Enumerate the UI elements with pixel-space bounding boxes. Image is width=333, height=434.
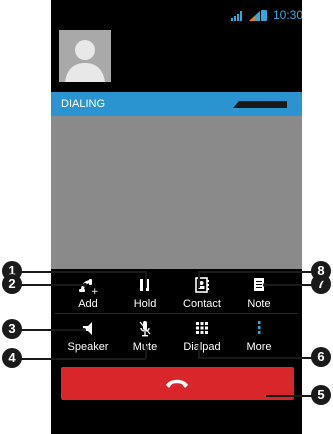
add-call-button[interactable]: + Add [57,277,119,317]
callout-3-leader [19,329,84,331]
callout-1-leader [19,271,146,273]
speaker-button[interactable]: Speaker [57,320,119,360]
wifi-signal-icon [231,11,242,21]
call-duration-bar [233,101,287,108]
callout-6: 6 [311,347,331,367]
callout-5: 5 [311,385,331,405]
callout-7-dot [263,283,267,287]
speaker-label: Speaker [67,341,109,353]
callout-7-leader [265,284,314,286]
controls-divider [55,313,298,314]
more-label: More [246,341,272,353]
end-call-icon [166,379,188,388]
callout-3: 3 [2,319,22,339]
dialpad-button[interactable]: Dialpad [171,320,233,360]
callout-2: 2 [2,274,22,294]
callout-3-dot [82,328,86,332]
more-vertical-icon [258,321,261,334]
note-label: Note [247,298,271,310]
call-info-panel [51,116,302,269]
callout-4: 4 [2,348,22,368]
cellular-signal-icon [249,11,260,21]
more-button[interactable]: More [228,320,290,360]
callout-4-leader [19,358,146,360]
callout-1-leader-drop [145,271,147,288]
status-bar: 10:30 [51,0,302,24]
add-call-label: Add [78,298,98,310]
callout-5-leader [266,395,314,397]
hold-label: Hold [133,298,157,310]
battery-icon [261,10,267,21]
callout-6-leader [198,357,314,359]
dialpad-icon [196,322,208,334]
dialpad-label: Dialpad [183,341,221,353]
contact-button[interactable]: Contact [171,277,233,317]
contact-card-icon [195,277,209,293]
callout-8-leader [198,271,314,273]
callout-8: 8 [311,261,331,281]
add-call-icon: + [79,279,98,295]
phone-screen: 10:30 DIALING + Add Hold Contact Note Sp… [51,0,302,434]
status-time: 10:30 [273,8,302,22]
callout-2-leader [19,284,85,286]
callout-2-dot [83,283,87,287]
contact-silhouette-icon [59,30,111,82]
microphone-mute-icon [139,321,151,337]
note-button[interactable]: Note [228,277,290,317]
contact-label: Contact [183,298,221,310]
end-call-button[interactable] [61,367,294,400]
svg-text:+: + [91,287,98,295]
callout-8-leader-drop [198,271,200,288]
callout-4-leader-rise [145,346,147,359]
call-state-label: DIALING [61,98,106,110]
callout-6-leader-rise [198,345,200,358]
